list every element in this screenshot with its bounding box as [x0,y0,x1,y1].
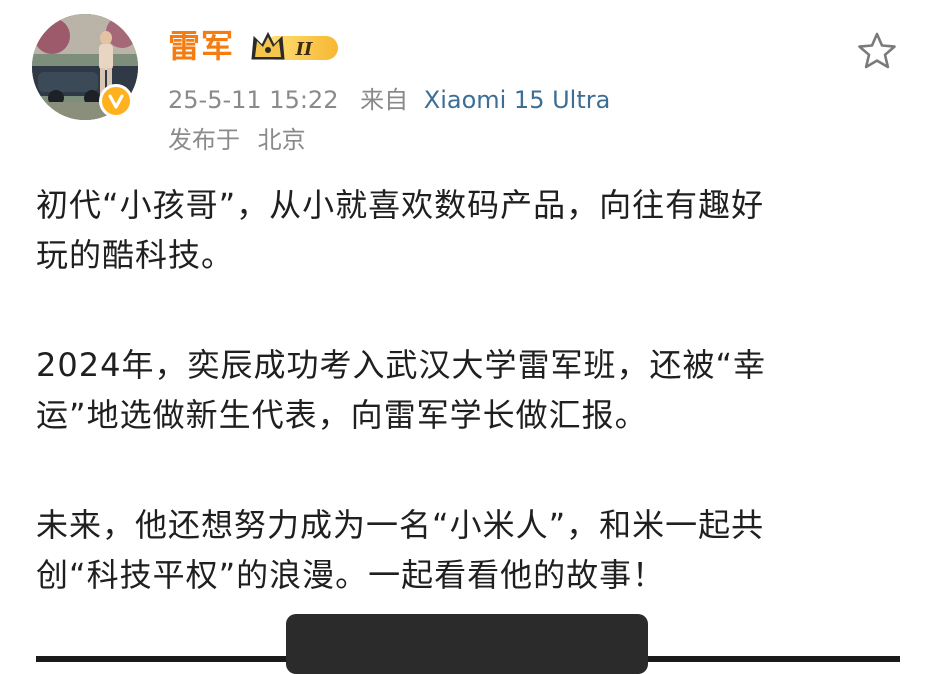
paragraph-1: 初代“小孩哥”，从小就喜欢数码产品，向往有趣好 玩的酷科技。 [36,180,896,280]
location-value: 北京 [257,126,306,154]
paragraph-3: 未来，他还想努力成为一名“小米人”，和米一起共 创“科技平权”的浪漫。一起看看他… [36,500,896,600]
source-label: 来自 [360,86,409,114]
paragraph-line: 玩的酷科技。 [36,236,235,274]
source-device-link[interactable]: Xiaomi 15 Ultra [424,86,611,114]
post-content: 初代“小孩哥”，从小就喜欢数码产品，向往有趣好 玩的酷科技。 2024年，奕辰成… [36,180,896,660]
crown-vip-badge-icon[interactable]: II [250,29,340,65]
paragraph-line: 未来，他还想努力成为一名“小米人”，和米一起共 [36,506,765,544]
overlay-panel [286,614,648,674]
favorite-star-icon[interactable] [856,30,898,72]
paragraph-line: 2024年，奕辰成功考入武汉大学雷军班，还被“幸 [36,346,767,384]
verified-badge-icon [99,84,133,118]
paragraph-line: 运”地选做新生代表，向雷军学长做汇报。 [36,396,648,434]
post-timestamp: 25-5-11 15:22 [168,86,339,114]
author-name[interactable]: 雷军 [168,26,234,66]
paragraph-line: 初代“小孩哥”，从小就喜欢数码产品，向往有趣好 [36,186,765,224]
location-label: 发布于 [168,126,240,154]
post-location: 发布于 北京 [168,124,306,156]
paragraph-2: 2024年，奕辰成功考入武汉大学雷军班，还被“幸 运”地选做新生代表，向雷军学长… [36,340,896,440]
vip-level-label: II [295,39,313,60]
paragraph-line: 创“科技平权”的浪漫。一起看看他的故事！ [36,556,666,594]
post-meta: 25-5-11 15:22 来自 Xiaomi 15 Ultra [168,84,610,116]
